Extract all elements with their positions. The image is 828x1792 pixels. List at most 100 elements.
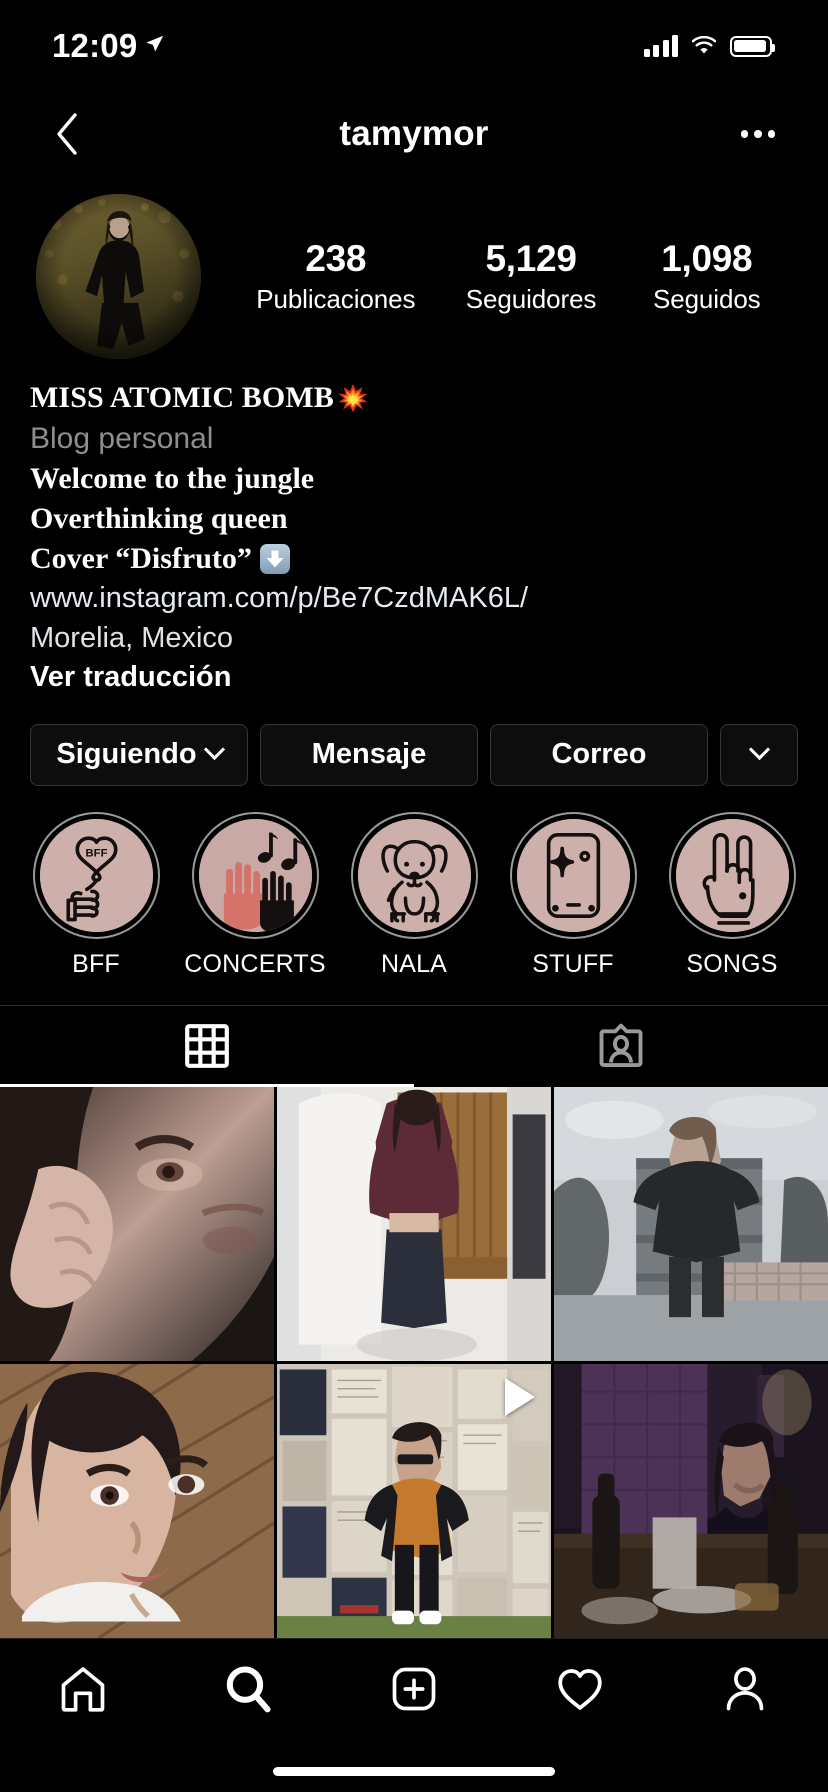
- collision-emoji: [338, 384, 368, 413]
- bio-line-3-text: Cover “Disfruto”: [30, 542, 252, 576]
- chevron-down-icon: [748, 739, 770, 761]
- status-bar-left: 12:09: [52, 27, 166, 65]
- tab-grid[interactable]: [0, 1006, 414, 1088]
- bio-display-name: MISS ATOMIC BOMB: [30, 381, 334, 414]
- grid-post-5[interactable]: [277, 1364, 551, 1638]
- highlight-nala[interactable]: NALA: [340, 811, 488, 979]
- grid-post-2[interactable]: [277, 1087, 551, 1361]
- highlight-ring: [509, 811, 637, 939]
- page-title: tamymor: [339, 114, 489, 153]
- post-thumbnail: [0, 1087, 274, 1361]
- profile-header: 238 Publicaciones 5,129 Seguidores 1,098…: [0, 176, 828, 359]
- highlight-bff[interactable]: BFF BFF: [22, 811, 170, 979]
- post-thumbnail: [554, 1364, 828, 1638]
- highlight-cover: [516, 818, 630, 932]
- heart-icon: [557, 1669, 602, 1710]
- status-bar-right: [643, 35, 775, 57]
- video-play-icon: [505, 1378, 535, 1416]
- status-bar: 12:09: [0, 0, 828, 92]
- status-time: 12:09: [52, 27, 138, 64]
- instagram-profile-screen: 12:09 tamymor 238 Publicaciones 5,129 Se…: [0, 0, 828, 1792]
- battery-full-icon: [730, 35, 775, 57]
- cellular-bars-icon: [643, 35, 678, 57]
- bff-balloon-icon: BFF: [39, 818, 153, 932]
- message-button-label: Mensaje: [311, 738, 427, 771]
- bio-section: MISS ATOMIC BOMB Blog personal Welcome t…: [0, 359, 828, 698]
- highlight-songs[interactable]: SONGS: [658, 811, 806, 979]
- ellipsis-dot: [767, 130, 776, 138]
- bio-location: Morelia, Mexico: [30, 621, 234, 654]
- person-icon: [726, 1667, 764, 1711]
- email-button[interactable]: Correo: [490, 723, 708, 786]
- tagged-person-icon: [599, 1023, 643, 1068]
- arrow-down-button-emoji: [259, 544, 290, 575]
- nav-bar: tamymor: [0, 92, 828, 176]
- grid-post-1[interactable]: [0, 1087, 274, 1361]
- profile-stats: 238 Publicaciones 5,129 Seguidores 1,098…: [201, 238, 798, 314]
- phone-sparkle-icon: [516, 818, 630, 932]
- post-thumbnail: [0, 1364, 274, 1638]
- stat-following[interactable]: 1,098 Seguidos: [647, 238, 767, 314]
- nav-search[interactable]: [166, 1657, 332, 1721]
- grid-post-4[interactable]: [0, 1364, 274, 1638]
- bio-line-2: Overthinking queen: [30, 499, 794, 539]
- bio-line-2-text: Overthinking queen: [30, 501, 288, 535]
- highlight-label: STUFF: [532, 949, 614, 978]
- home-indicator: [0, 1751, 828, 1792]
- highlight-label: CONCERTS: [184, 949, 326, 978]
- grid-post-6[interactable]: [554, 1364, 828, 1638]
- stat-posts[interactable]: 238 Publicaciones: [256, 238, 415, 314]
- post-thumbnail: [277, 1087, 551, 1361]
- wifi-icon: [691, 35, 717, 54]
- nav-activity[interactable]: [497, 1657, 663, 1721]
- nav-home[interactable]: [0, 1657, 166, 1721]
- bio-display-name-row: MISS ATOMIC BOMB: [30, 379, 794, 418]
- following-button[interactable]: Siguiendo: [30, 723, 248, 786]
- highlight-ring: [191, 811, 319, 939]
- posts-grid: [0, 1087, 828, 1638]
- highlight-concerts[interactable]: CONCERTS: [181, 811, 329, 979]
- highlight-label: SONGS: [686, 949, 778, 978]
- tab-tagged[interactable]: [414, 1006, 828, 1087]
- grid-post-3[interactable]: [554, 1087, 828, 1361]
- nav-profile[interactable]: [662, 1657, 828, 1721]
- stat-label: Seguidos: [652, 283, 761, 314]
- more-options-button[interactable]: [732, 111, 784, 157]
- grid-icon: [185, 1024, 229, 1069]
- ellipsis-dot: [754, 130, 762, 138]
- bio-website[interactable]: www.instagram.com/p/Be7CzdMAK6L/: [30, 579, 794, 618]
- story-highlights-row: BFF BFF CONCERTS NALA STUFF SONGS: [0, 786, 828, 979]
- back-button[interactable]: [44, 111, 90, 157]
- stat-value: 1,098: [661, 238, 753, 280]
- stat-label: Publicaciones: [256, 283, 416, 314]
- bottom-navigation-bar: [0, 1638, 828, 1752]
- avatar-image: [36, 194, 201, 359]
- ellipsis-dot: [740, 130, 749, 138]
- post-thumbnail: [554, 1087, 828, 1361]
- chevron-down-icon: [203, 739, 225, 761]
- highlight-cover: [675, 818, 789, 932]
- email-button-label: Correo: [551, 738, 647, 771]
- highlight-ring: BFF: [32, 811, 160, 939]
- highlight-cover: BFF: [39, 818, 153, 932]
- search-icon: [227, 1666, 271, 1713]
- stat-value: 5,129: [485, 238, 577, 280]
- nav-create[interactable]: [331, 1657, 497, 1721]
- home-icon: [61, 1667, 105, 1712]
- see-translation-link[interactable]: Ver traducción: [30, 658, 794, 697]
- message-button[interactable]: Mensaje: [260, 723, 478, 786]
- more-actions-button[interactable]: [720, 723, 798, 786]
- stat-followers[interactable]: 5,129 Seguidores: [466, 238, 597, 314]
- avatar[interactable]: [36, 194, 201, 359]
- stat-label: Seguidores: [465, 283, 597, 314]
- following-button-label: Siguiendo: [56, 738, 197, 771]
- bio-line-1: Welcome to the jungle: [30, 459, 794, 499]
- highlight-ring: [668, 811, 796, 939]
- highlight-ring: [350, 811, 478, 939]
- bio-line-1-text: Welcome to the jungle: [30, 461, 315, 495]
- highlight-cover: [198, 818, 312, 932]
- dog-icon: [357, 818, 471, 932]
- highlight-cover: [357, 818, 471, 932]
- profile-tabs: [0, 1004, 828, 1088]
- highlight-stuff[interactable]: STUFF: [499, 811, 647, 979]
